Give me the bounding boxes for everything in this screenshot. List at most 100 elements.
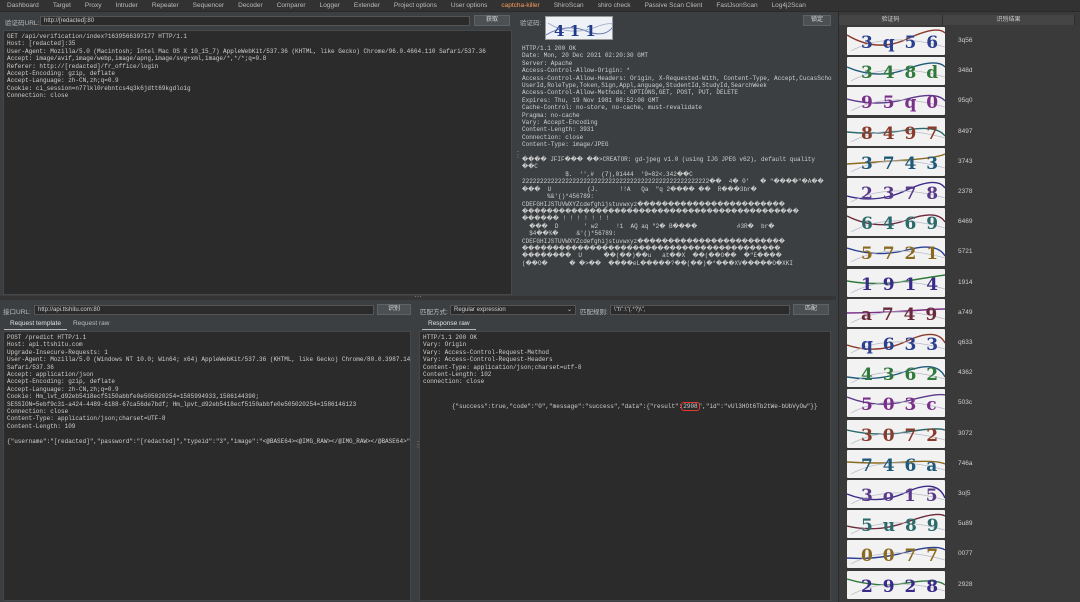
api-response-headers: HTTP/1.1 200 OK Vary: Origin Vary: Access-…	[423, 334, 827, 393]
captcha-thumbnail: q 6 3 3	[847, 329, 945, 357]
match-rule-input[interactable]: \"t\":\"(.*?)\",	[610, 305, 790, 315]
tab-shiro-check[interactable]: shiro check	[591, 0, 638, 11]
column-header-captcha[interactable]: 验证码	[839, 15, 943, 25]
text-line: Cookie: Hm_lvt_d92eb5418ecf5150abbfe0e50…	[7, 393, 260, 401]
text-line: Server: Apache	[522, 59, 573, 67]
text-line: 2222222222222222222222222222222222222222…	[522, 178, 824, 186]
recognize-button[interactable]: 识别	[377, 304, 411, 315]
text-line: Accept-Encoding: gzip, deflate	[7, 378, 116, 386]
captcha-thumbnail-text: 4 3 6 2	[861, 365, 940, 385]
recognition-result: 3072	[958, 429, 973, 437]
text-line: POST /predict HTTP/1.1	[7, 334, 87, 341]
captcha-request-text[interactable]: GET /api/verification/index?163956639717…	[3, 30, 512, 295]
captcha-thumbnail: 9 5 q 0	[847, 87, 945, 116]
text-line: HTTP/1.1 200 OK	[522, 45, 577, 52]
captcha-preview-image: 4 1 1	[545, 16, 613, 40]
captcha-thumbnail: 3 4 8 d	[847, 57, 945, 86]
text-line: ������ ! ! ! ! ! ! !	[522, 215, 610, 223]
column-header-result[interactable]: 识别结果	[943, 15, 1075, 25]
tab-intruder[interactable]: Intruder	[109, 0, 145, 11]
tab-shiroscan[interactable]: ShiroScan	[547, 0, 591, 11]
tab-logger[interactable]: Logger	[313, 0, 347, 11]
json-prefix: {"success":true,"code":"0","message":"su…	[451, 402, 683, 410]
text-line: Safari/537.36	[7, 363, 54, 371]
tab-repeater[interactable]: Repeater	[145, 0, 186, 11]
fetch-captcha-button[interactable]: 获取	[474, 15, 510, 26]
text-line: Content-Length: 102	[423, 371, 492, 379]
table-row[interactable]: 2 9 2 8 2928	[839, 570, 1080, 602]
captcha-thumbnail-text: 8 4 9 7	[861, 124, 940, 144]
text-line: SESSION=5ebf9c31-a424-4489-6188-67ca56de…	[7, 400, 357, 408]
captcha-label: 验证码:	[520, 20, 542, 27]
text-line: Connection: close	[7, 92, 69, 100]
text-line: CDEFGHIJSTUVWXYZcdefghijstuvwxyz��������…	[522, 200, 785, 208]
text-line	[423, 386, 827, 393]
tab-fastjsonscan[interactable]: FastJsonScan	[709, 0, 764, 11]
match-mode-label: 匹配方式:	[420, 309, 448, 316]
captcha-preview-text: 4 1 1	[554, 22, 596, 40]
tab-response-raw[interactable]: Response raw	[422, 319, 476, 330]
tab-log4j2scan[interactable]: Log4j2Scan	[765, 0, 813, 11]
json-suffix: ","id":"vUl3HOt6Tb2tWe-bUbVyOw"}}	[698, 402, 818, 410]
chevron-down-icon: ⌄	[566, 307, 572, 313]
text-line: Accept-Language: zh-CN,zh;q=0.9	[7, 77, 119, 85]
recognition-result: 8497	[958, 127, 973, 135]
tab-comparer[interactable]: Comparer	[270, 0, 313, 11]
text-line: ���� JFIF��� ��>CREATOR: gd-jpeg v1.0 (u…	[522, 156, 816, 164]
api-request-template-text[interactable]: POST /predict HTTP/1.1 Host: api.ttshitu.…	[3, 331, 411, 601]
request-subtabs: Request template Request raw	[4, 319, 115, 330]
text-line	[7, 430, 407, 437]
api-url-input[interactable]: http://api.ttshitu.com:80	[34, 305, 374, 315]
captcha-thumbnail-text: 3 4 8 d	[861, 63, 940, 83]
main-tab-bar: Dashboard Target Proxy Intruder Repeater Sequ…	[0, 0, 1080, 12]
text-line: Date: Mon, 20 Dec 2021 02:20:30 GMT	[522, 52, 649, 60]
text-line: Pragma: no-cache	[522, 111, 580, 119]
tab-decoder[interactable]: Decoder	[231, 0, 270, 11]
captcha-response-text[interactable]: HTTP/1.1 200 OK Date: Mon, 20 Dec 2021 02…	[520, 44, 832, 295]
recognition-result: 95q0	[958, 97, 973, 105]
captcha-thumbnail-text: 5 0 3 c	[861, 395, 939, 415]
text-line: %&'()*456789:	[522, 193, 595, 201]
tab-extender[interactable]: Extender	[347, 0, 387, 11]
text-line: Content-Type: image/JPEG	[522, 141, 609, 149]
recognition-result: 5721	[958, 248, 973, 256]
captcha-thumbnail-text: 1 9 1 4	[861, 275, 940, 295]
horizontal-splitter-handle[interactable]: ⋯	[414, 292, 422, 301]
captcha-thumbnail-text: 9 5 q 0	[861, 93, 940, 113]
captcha-thumbnail: 1 9 1 4	[847, 268, 945, 297]
text-line: ��� U (J. !!A Qa "q 2���� �� R���3br�	[522, 185, 757, 193]
tab-target[interactable]: Target	[46, 0, 78, 11]
match-mode-select[interactable]: Regular expression ⌄	[450, 305, 576, 315]
text-line: Upgrade-Insecure-Requests: 1	[7, 348, 108, 356]
tab-request-template[interactable]: Request template	[4, 319, 67, 330]
text-line: Expires: Thu, 19 Nov 1981 08:52:00 GMT	[522, 96, 659, 104]
tab-sequencer[interactable]: Sequencer	[186, 0, 231, 11]
captcha-thumbnail: 6 4 6 9	[847, 208, 945, 237]
captcha-thumbnail-text: 6 4 6 9	[861, 214, 940, 234]
tab-passive-scan-client[interactable]: Passive Scan Client	[638, 0, 710, 11]
captcha-response-panel: 验证码: 4 1 1 锁定 HTTP/1.1 200 OK Date: Mon, …	[518, 13, 834, 295]
text-line: Referer: http://[redacted]/fr_office/log…	[7, 62, 159, 70]
api-response-text[interactable]: HTTP/1.1 200 OK Vary: Origin Vary: Access-…	[419, 331, 831, 601]
tab-project-options[interactable]: Project options	[387, 0, 444, 11]
text-line: Access-Control-Allow-Headers: Origin, X-…	[522, 74, 832, 82]
captcha-url-input[interactable]: http://[redacted]:80	[40, 16, 470, 26]
text-line: Vary: Access-Control-Request-Method	[423, 348, 550, 356]
tab-dashboard[interactable]: Dashboard	[0, 0, 46, 11]
text-line: Vary: Accept-Encoding	[522, 119, 598, 127]
results-rows: 3 q 5 6 3q56 3 4 8 d 348d 9 5 q 0 95q0 8 4 9 7…	[839, 26, 1080, 602]
tab-user-options[interactable]: User options	[444, 0, 495, 11]
text-line: {"username":"[redacted]","password":"[re…	[7, 437, 411, 445]
recognition-result: 3743	[958, 157, 973, 165]
text-line: $4��%� &'()*56789:	[522, 230, 617, 238]
match-button[interactable]: 匹配	[793, 304, 829, 315]
captcha-thumbnail: 7 4 6 a	[847, 449, 945, 478]
text-line: connection: close	[423, 378, 485, 386]
tab-proxy[interactable]: Proxy	[78, 0, 109, 11]
tab-request-raw[interactable]: Request raw	[67, 319, 116, 330]
text-line: Accept-Encoding: gzip, deflate	[7, 70, 116, 78]
lock-button[interactable]: 锁定	[803, 15, 831, 26]
tab-captcha-killer[interactable]: captcha-killer	[494, 0, 547, 11]
recognition-results-table: 验证码 识别结果 3 q 5 6 3q56 3 4 8 d 348d 9 5 q 0 95…	[838, 12, 1080, 602]
text-line: User-Agent: Mozilla/5.0 (Windows NT 10.0…	[7, 356, 411, 364]
